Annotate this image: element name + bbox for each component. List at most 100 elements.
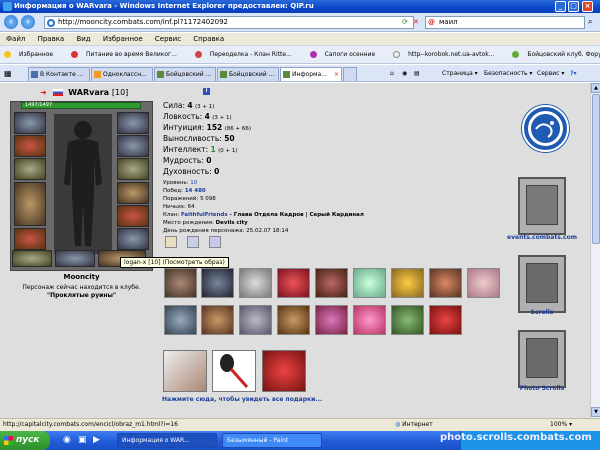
gift-item[interactable] [164, 305, 197, 335]
forward-button[interactable]: › [21, 15, 35, 29]
scrolls-link[interactable]: Scrolls [500, 309, 584, 316]
info-icon[interactable]: i [203, 88, 210, 95]
help-icon[interactable]: ?▾ [570, 67, 577, 80]
quicklaunch-desktop-icon[interactable]: ▣ [78, 435, 87, 445]
badge-shield-icon[interactable] [187, 236, 200, 248]
tab-combats-2[interactable]: Бойцовский ... [217, 67, 279, 81]
slot-earrings[interactable] [117, 112, 149, 134]
fav-item[interactable]: Переоделка - Клан Ritte... [194, 46, 300, 63]
slot-shield[interactable] [117, 205, 149, 227]
events-link[interactable]: events.combats.com [500, 234, 584, 241]
start-button[interactable]: пуск [0, 431, 50, 450]
scroll-thumb[interactable] [592, 94, 600, 244]
events-banner[interactable] [518, 177, 566, 235]
gift-item[interactable] [239, 305, 272, 335]
quick-tabs-icon[interactable]: ▦ [4, 67, 12, 80]
slot-armor[interactable] [14, 182, 46, 226]
tab-vkontakte[interactable]: В Контакте ... [28, 67, 90, 81]
back-button[interactable]: ‹ [4, 15, 18, 29]
slot-emblem[interactable] [55, 250, 95, 267]
gift-item[interactable] [353, 305, 386, 335]
zoom-level[interactable]: 100% ▾ [550, 419, 572, 431]
gift-item[interactable] [467, 268, 500, 298]
gift-item[interactable] [315, 268, 348, 298]
gift-item[interactable] [429, 305, 462, 335]
scorpion-emblem[interactable] [522, 105, 569, 152]
maximize-button[interactable]: □ [568, 1, 579, 12]
tab-combats-1[interactable]: Бойцовский ... [154, 67, 216, 81]
gift-item[interactable] [201, 268, 234, 298]
address-bar[interactable]: http://mooncity.combats.com/inf.pl?11724… [44, 16, 414, 29]
fav-icon [71, 51, 78, 58]
new-tab-button[interactable] [343, 67, 357, 81]
menu-edit[interactable]: Правка [38, 35, 65, 43]
slot-amulet[interactable] [12, 250, 52, 267]
gift-item[interactable] [315, 305, 348, 335]
fav-item[interactable]: Сапоги осенние [309, 46, 384, 63]
page-menu[interactable]: Страница ▾ [442, 67, 478, 80]
gift-item[interactable] [391, 305, 424, 335]
gift-spoon-item[interactable] [212, 350, 256, 392]
slot-belt[interactable] [14, 228, 46, 250]
gift-item[interactable] [201, 305, 234, 335]
refresh-icon[interactable]: ⟳ [402, 18, 408, 26]
clan-link[interactable]: FaithfulFriends [181, 212, 228, 218]
quicklaunch-ie-icon[interactable]: ◉ [63, 435, 71, 445]
scroll-down-icon[interactable]: ▼ [591, 407, 600, 417]
menu-favorites[interactable]: Избранное [103, 35, 143, 43]
scroll-up-icon[interactable]: ▲ [591, 83, 600, 93]
character-figure[interactable] [54, 114, 112, 254]
tab-info-active[interactable]: Информа... × [280, 67, 342, 81]
print-icon[interactable]: ▤ [414, 67, 420, 80]
feeds-icon[interactable]: ◉ [402, 67, 407, 80]
vertical-scrollbar[interactable]: ▲ ▼ [590, 83, 600, 418]
tab-odnoklassniki[interactable]: Одноклассн... [91, 67, 153, 81]
menu-file[interactable]: Файл [6, 35, 25, 43]
slot-weapon-left[interactable] [14, 158, 46, 180]
fav-item[interactable]: Бойцовский клуб. Форум П... [512, 46, 600, 63]
fav-item[interactable]: Питание во время Великог... [71, 46, 185, 63]
photo-scrolls-link[interactable]: Photo Scrolls [500, 385, 584, 392]
tools-menu[interactable]: Сервис ▾ [537, 67, 564, 80]
slot-boots[interactable] [117, 228, 149, 250]
menu-help[interactable]: Справка [193, 35, 224, 43]
slot-necklace[interactable] [117, 135, 149, 157]
quicklaunch-media-icon[interactable]: ▶ [93, 435, 100, 445]
close-button[interactable]: × [582, 1, 593, 12]
gift-item[interactable] [164, 268, 197, 298]
scrolls-banner[interactable] [518, 255, 566, 313]
safety-menu[interactable]: Безопасность ▾ [484, 67, 532, 80]
slot-helmet[interactable] [14, 112, 46, 134]
menu-tools[interactable]: Сервис [155, 35, 181, 43]
gift-box-item[interactable] [262, 350, 306, 392]
gift-card-item[interactable] [163, 350, 207, 392]
search-icon[interactable]: ⌕ [588, 17, 592, 27]
home-icon[interactable]: ⌂ [390, 67, 394, 80]
gift-item[interactable] [391, 268, 424, 298]
slot-bracers[interactable] [14, 135, 46, 157]
badge-star-icon[interactable] [209, 236, 222, 248]
favorites-button[interactable]: Избранное [4, 46, 61, 63]
gift-item[interactable] [353, 268, 386, 298]
slot-rings[interactable] [117, 158, 149, 180]
tab-close-icon[interactable]: × [334, 68, 339, 81]
clan-flag-icon [52, 89, 63, 96]
stop-icon[interactable]: ✕ [413, 18, 419, 26]
gift-item[interactable] [429, 268, 462, 298]
menu-view[interactable]: Вид [76, 35, 90, 43]
search-input[interactable]: @ маил [425, 16, 585, 29]
task-ie-window[interactable]: Информация о WAR... [117, 433, 217, 448]
photo-scrolls-banner[interactable] [518, 330, 566, 388]
gift-item[interactable] [277, 268, 310, 298]
globe-icon: ◍ [395, 421, 401, 428]
gift-item[interactable] [277, 305, 310, 335]
gift-item[interactable] [239, 268, 272, 298]
minimize-button[interactable]: _ [555, 1, 566, 12]
badge-scroll-icon[interactable] [165, 236, 177, 248]
slot-gloves[interactable] [117, 182, 149, 204]
page-icon [47, 19, 55, 27]
task-paint-window[interactable]: Безымянный - Paint [222, 433, 322, 448]
private-message-icon[interactable]: ➜ [40, 88, 47, 97]
all-gifts-link[interactable]: Нажмите сюда, чтобы увидеть все подарки.… [162, 396, 322, 403]
fav-item[interactable]: http--korobok.net.ua-avtok... [393, 46, 502, 63]
